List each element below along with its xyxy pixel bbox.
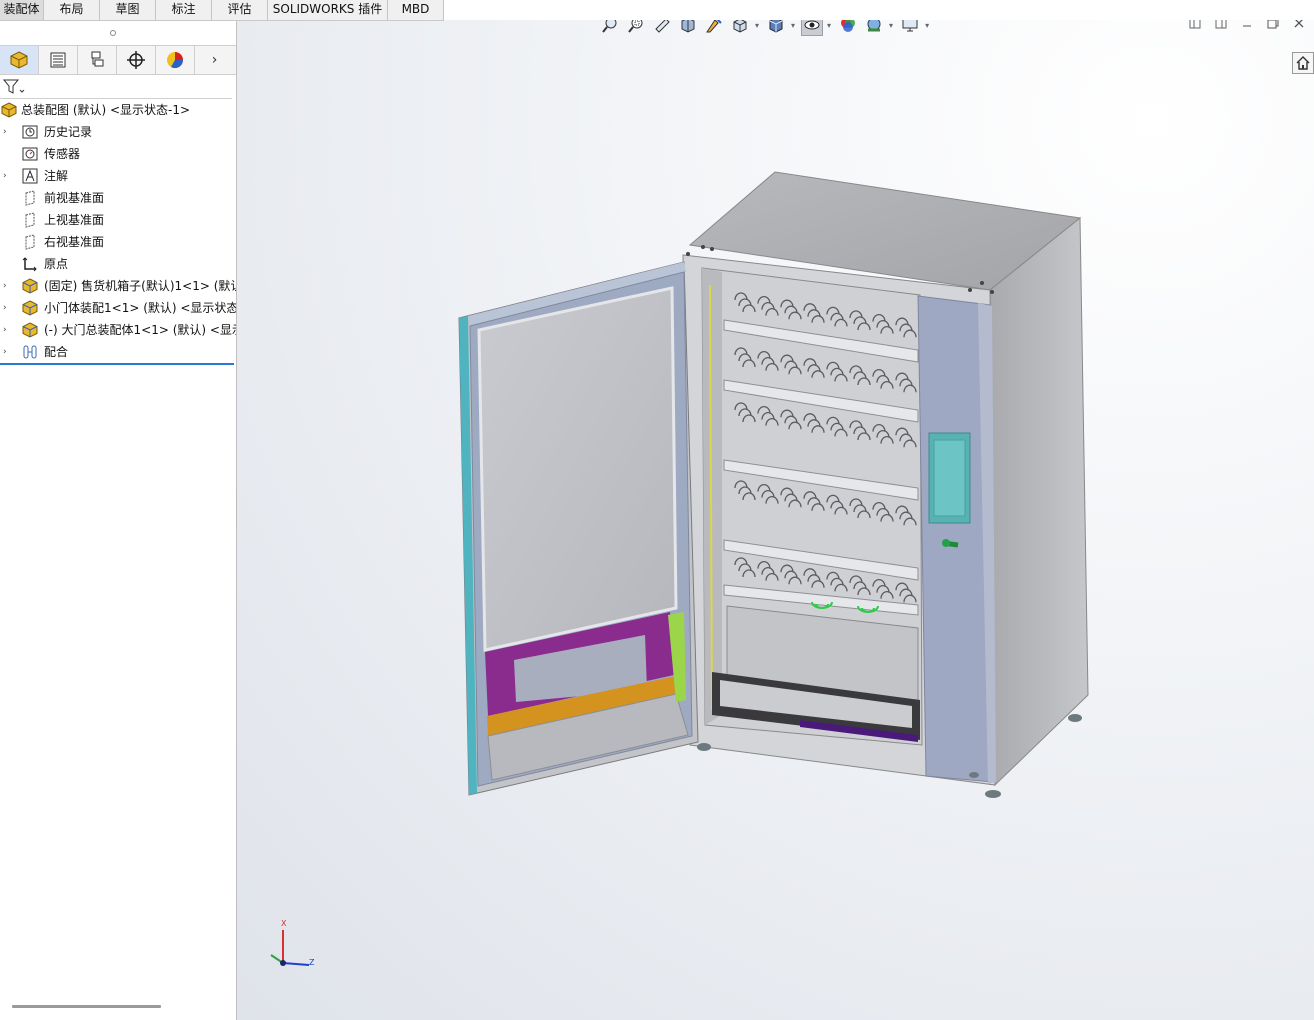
tree-rollback-bar[interactable] [0, 363, 234, 365]
tab-4[interactable]: 评估 [212, 0, 268, 20]
tree-item[interactable]: 前视基准面 [0, 187, 236, 209]
tree-item-label: (固定) 售货机箱子(默认)1<1> (默认 [44, 279, 236, 293]
configuration-manager-tab[interactable] [78, 46, 117, 74]
tree-item-label: 前视基准面 [44, 191, 105, 205]
assembly-cube-icon [10, 51, 28, 69]
property-manager-tab[interactable] [39, 46, 78, 74]
tree-item[interactable]: › (-) 大门总装配体1<1> (默认) <显示 [0, 319, 236, 341]
graphics-area[interactable]: ▾ ▾ ▾ ▾ ▾ X Z [237, 20, 1314, 1020]
sensor-icon [22, 146, 38, 162]
tab-5[interactable]: SOLIDWORKS 插件 [268, 0, 388, 20]
expand-arrow-icon[interactable]: › [3, 275, 11, 297]
crosshair-icon [127, 51, 145, 69]
tab-0[interactable]: 装配体 [0, 0, 44, 20]
tree-root-label: 总装配图 (默认) <显示状态-1> [21, 103, 191, 117]
subassembly-icon [22, 322, 38, 338]
expand-arrow-icon[interactable]: › [3, 121, 11, 143]
tree-item-label: 右视基准面 [44, 235, 105, 249]
mates-icon [22, 344, 38, 360]
triad-x-label: X [281, 919, 287, 928]
annotation-icon [22, 168, 38, 184]
tree-item[interactable]: › 配合 [0, 341, 236, 363]
color-pie-icon [167, 52, 184, 69]
tree-item[interactable]: › 注解 [0, 165, 236, 187]
property-list-icon [50, 52, 66, 68]
origin-icon [22, 256, 38, 272]
subassembly-icon [22, 300, 38, 316]
tree-item-label: 历史记录 [44, 125, 93, 139]
triad-z-label: Z [309, 958, 315, 967]
filter-icon [3, 79, 25, 94]
expand-arrow-icon[interactable]: › [3, 319, 11, 341]
subassembly-icon [22, 278, 38, 294]
vending-machine-model[interactable] [237, 20, 1314, 1020]
chevron-right-icon[interactable]: › [195, 46, 234, 74]
display-manager-tab[interactable] [156, 46, 195, 74]
feature-manager-panel: › 总装配图 (默认) <显示状态-1> › 历史记录传感器 › 注解前视基准面上视基… [0, 20, 237, 1020]
manager-tabs: › [0, 45, 236, 75]
tree-filter[interactable] [0, 76, 232, 99]
tree-item[interactable]: 传感器 [0, 143, 236, 165]
tree-item[interactable]: › 小门体装配1<1> (默认) <显示状态 [0, 297, 236, 319]
tree-item-label: 注解 [44, 169, 69, 183]
tab-3[interactable]: 标注 [156, 0, 212, 20]
horizontal-scrollbar[interactable] [12, 1005, 161, 1008]
tree-item-label: 小门体装配1<1> (默认) <显示状态 [44, 301, 236, 315]
plane-icon [22, 190, 38, 206]
expand-arrow-icon[interactable]: › [3, 341, 11, 363]
dimxpert-manager-tab[interactable] [117, 46, 156, 74]
tree-item-label: 配合 [44, 345, 69, 359]
assembly-icon [1, 102, 17, 118]
tab-6[interactable]: MBD [388, 0, 444, 20]
tree-root[interactable]: 总装配图 (默认) <显示状态-1> [0, 99, 236, 121]
tree-item-label: 原点 [44, 257, 69, 271]
panel-grip[interactable] [110, 30, 116, 36]
history-icon [22, 124, 38, 140]
feature-tree: 总装配图 (默认) <显示状态-1> › 历史记录传感器 › 注解前视基准面上视基准面… [0, 99, 236, 363]
tab-1[interactable]: 布局 [44, 0, 100, 20]
command-manager-tabs: 装配体 布局 草图 标注 评估 SOLIDWORKS 插件 MBD [0, 0, 444, 21]
tree-item-label: (-) 大门总装配体1<1> (默认) <显示 [44, 323, 236, 337]
expand-arrow-icon[interactable]: › [3, 165, 11, 187]
tree-item[interactable]: 上视基准面 [0, 209, 236, 231]
tree-item[interactable]: 右视基准面 [0, 231, 236, 253]
tree-item[interactable]: 原点 [0, 253, 236, 275]
featuremanager-tree-tab[interactable] [0, 46, 39, 74]
tree-item[interactable]: › 历史记录 [0, 121, 236, 143]
expand-arrow-icon[interactable]: › [3, 297, 11, 319]
tree-item-label: 上视基准面 [44, 213, 105, 227]
tree-item-label: 传感器 [44, 147, 81, 161]
tree-item[interactable]: › (固定) 售货机箱子(默认)1<1> (默认 [0, 275, 236, 297]
plane-icon [22, 234, 38, 250]
tab-2[interactable]: 草图 [100, 0, 156, 20]
plane-icon [22, 212, 38, 228]
configuration-icon [91, 51, 104, 67]
